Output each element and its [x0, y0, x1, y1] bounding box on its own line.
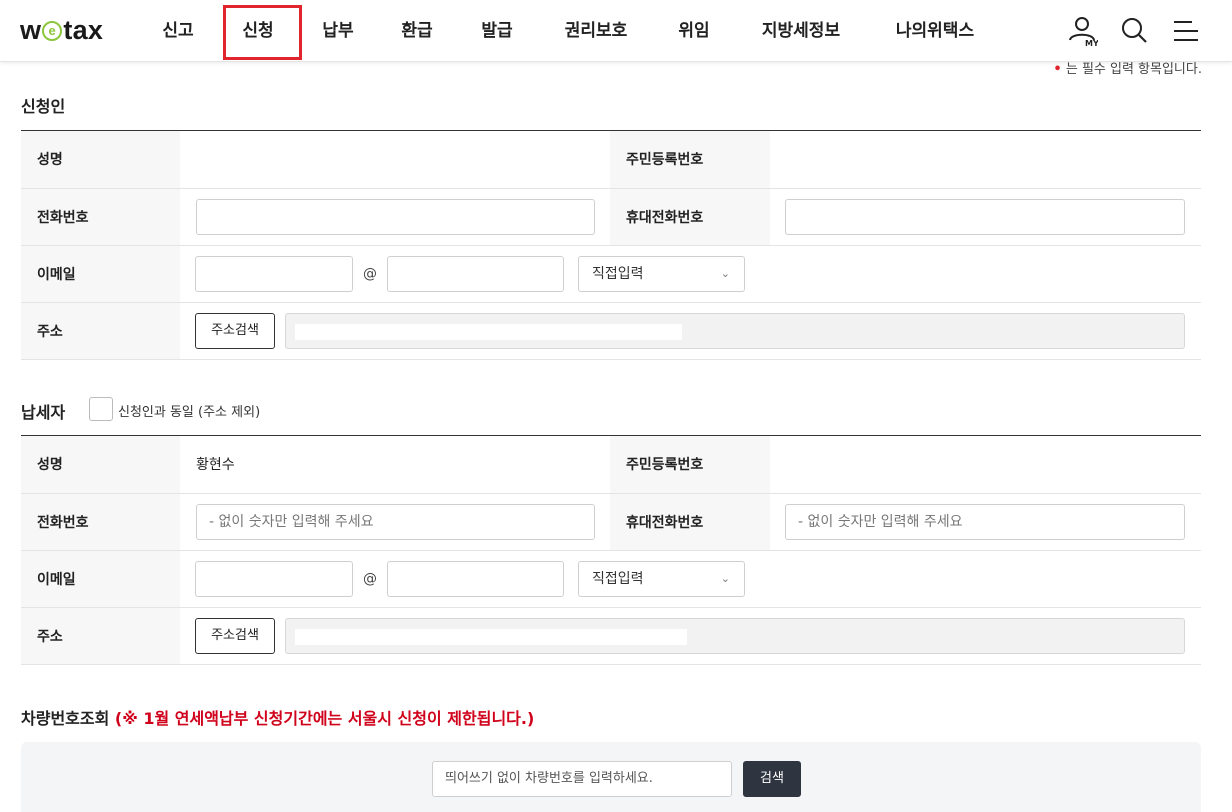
- table-row: 주소 주소검색: [21, 607, 1201, 665]
- nav-item-payment[interactable]: 납부: [320, 0, 356, 62]
- rrn-label: 주민등록번호: [610, 436, 770, 494]
- at-sign: @: [363, 265, 377, 282]
- email-domain-input[interactable]: [387, 255, 564, 292]
- my-label: MY: [1085, 39, 1098, 46]
- chevron-down-icon: ⌄: [720, 266, 730, 280]
- email-id-input[interactable]: [195, 560, 353, 597]
- masked-address: [295, 323, 682, 340]
- mobile-input[interactable]: - 없이 숫자만 입력해 주세요: [785, 503, 1185, 540]
- mobile-label: 휴대전화번호: [610, 188, 770, 246]
- email-domain-select[interactable]: 직접입력 ⌄: [578, 560, 745, 597]
- nav-item-local-tax-info[interactable]: 지방세정보: [756, 0, 846, 62]
- email-label: 이메일: [21, 550, 180, 608]
- vehicle-search-box: 띄어쓰기 없이 차량번호를 입력하세요. 검색: [21, 742, 1201, 812]
- chevron-down-icon: ⌄: [720, 571, 730, 585]
- phone-input[interactable]: - 없이 숫자만 입력해 주세요: [196, 503, 595, 540]
- mobile-label: 휴대전화번호: [610, 493, 770, 551]
- active-nav-highlight: [223, 5, 302, 60]
- email-domain-select-value: 직접입력: [592, 570, 644, 587]
- nav-item-delegation[interactable]: 위임: [676, 0, 712, 62]
- user-my-icon[interactable]: MY: [1068, 16, 1099, 48]
- masked-address: [295, 628, 687, 645]
- address-field[interactable]: [285, 617, 1185, 654]
- email-domain-select-value: 직접입력: [592, 265, 644, 282]
- table-row: 주소 주소검색: [21, 302, 1201, 360]
- rrn-label: 주민등록번호: [610, 131, 770, 189]
- email-id-input[interactable]: [195, 255, 353, 292]
- address-search-button[interactable]: 주소검색: [195, 617, 275, 654]
- required-dot-icon: •: [1053, 62, 1062, 77]
- taxpayer-form-table: 성명 황현수 주민등록번호 전화번호 - 없이 숫자만 입력해 주세요 휴대전화…: [21, 436, 1201, 665]
- nav-item-rights[interactable]: 권리보호: [560, 0, 632, 62]
- table-row: 성명 황현수 주민등록번호: [21, 436, 1201, 494]
- address-field[interactable]: [285, 312, 1185, 349]
- vehicle-warning-text: (※ 1월 연세액납부 신청기간에는 서울시 신청이 제한됩니다.): [114, 709, 535, 728]
- nav-item-issue[interactable]: 발급: [479, 0, 515, 62]
- applicant-section-title: 신청인: [21, 97, 66, 116]
- menu-icon[interactable]: [1172, 16, 1202, 46]
- name-label: 성명: [21, 436, 180, 494]
- name-value: 황현수: [180, 436, 610, 494]
- required-note-text: 는 필수 입력 항목입니다.: [1065, 62, 1202, 77]
- phone-label: 전화번호: [21, 493, 180, 551]
- email-domain-input[interactable]: [387, 560, 564, 597]
- same-as-applicant-checkbox[interactable]: [89, 397, 113, 421]
- rrn-value: [770, 436, 1201, 494]
- applicant-form-table: 성명 주민등록번호 전화번호 휴대전화번호 이메일 @ 직접입력 ⌄ 주소 주소검색: [21, 131, 1201, 360]
- email-domain-select[interactable]: 직접입력 ⌄: [578, 255, 745, 292]
- logo-e-mark-icon: e: [42, 21, 63, 41]
- search-icon[interactable]: [1120, 16, 1150, 46]
- taxpayer-section-title: 납세자: [21, 403, 66, 422]
- name-label: 성명: [21, 131, 180, 189]
- address-label: 주소: [21, 607, 180, 665]
- wetax-logo[interactable]: w e tax: [20, 13, 103, 47]
- nav-item-refund[interactable]: 환급: [399, 0, 435, 62]
- same-as-applicant-label[interactable]: 신청인과 동일 (주소 제외): [118, 401, 260, 420]
- phone-label: 전화번호: [21, 188, 180, 246]
- phone-input[interactable]: [196, 198, 595, 235]
- table-row: 성명 주민등록번호: [21, 131, 1201, 189]
- address-label: 주소: [21, 302, 180, 360]
- vehicle-title-text: 차량번호조회: [21, 709, 110, 728]
- vehicle-section-title: 차량번호조회 (※ 1월 연세액납부 신청기간에는 서울시 신청이 제한됩니다.…: [21, 705, 534, 729]
- top-header: w e tax 신고 신청 납부 환급 발급 권리보호 위임 지방세정보 나의위택스…: [0, 0, 1232, 62]
- address-search-button[interactable]: 주소검색: [195, 312, 275, 349]
- name-value: [180, 131, 610, 189]
- nav-item-my-wetax[interactable]: 나의위택스: [890, 0, 980, 62]
- mobile-input[interactable]: [785, 198, 1185, 235]
- rrn-value: [770, 131, 1201, 189]
- table-row: 전화번호 - 없이 숫자만 입력해 주세요 휴대전화번호 - 없이 숫자만 입력…: [21, 493, 1201, 551]
- vehicle-number-input[interactable]: 띄어쓰기 없이 차량번호를 입력하세요.: [432, 761, 732, 797]
- at-sign: @: [363, 570, 377, 587]
- email-label: 이메일: [21, 245, 180, 303]
- table-row: 이메일 @ 직접입력 ⌄: [21, 245, 1201, 303]
- table-row: 전화번호 휴대전화번호: [21, 188, 1201, 246]
- nav-item-report[interactable]: 신고: [160, 0, 196, 62]
- table-row: 이메일 @ 직접입력 ⌄: [21, 550, 1201, 608]
- vehicle-search-button[interactable]: 검색: [743, 761, 801, 797]
